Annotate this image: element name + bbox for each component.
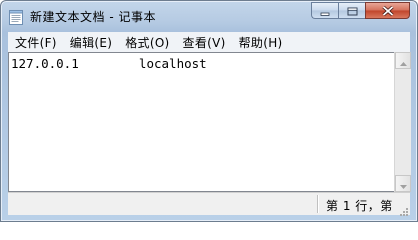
resize-grip-icon[interactable]: [397, 202, 409, 216]
minimize-button[interactable]: [311, 2, 338, 19]
menu-edit[interactable]: 编辑(E): [63, 34, 118, 51]
arrow-up-icon: [399, 51, 407, 70]
maximize-button[interactable]: [338, 2, 365, 19]
close-icon: [381, 1, 394, 20]
editor-content[interactable]: 127.0.0.1 localhost: [11, 56, 207, 71]
menu-view[interactable]: 查看(V): [176, 34, 232, 51]
window-title: 新建文本文档 - 记事本: [30, 10, 156, 24]
maximize-icon: [347, 1, 358, 20]
menu-format[interactable]: 格式(O): [118, 34, 175, 51]
arrow-down-icon: [399, 174, 407, 193]
notepad-icon[interactable]: [9, 9, 23, 25]
title-bar[interactable]: 新建文本文档 - 记事本: [1, 1, 417, 33]
caption-buttons: [311, 2, 410, 20]
scroll-down-button[interactable]: [395, 175, 411, 192]
menu-bar: 文件(F) 编辑(E) 格式(O) 查看(V) 帮助(H): [8, 32, 410, 52]
scroll-up-button[interactable]: [395, 52, 411, 69]
close-button[interactable]: [365, 2, 410, 19]
status-separator: [317, 195, 319, 213]
status-bar: 第 1 行，第: [8, 192, 410, 216]
vertical-scrollbar[interactable]: [394, 52, 411, 192]
minimize-icon: [320, 1, 330, 20]
text-editor[interactable]: 127.0.0.1 localhost: [8, 52, 396, 192]
cursor-position: 第 1 行，第: [326, 199, 393, 213]
menu-help[interactable]: 帮助(H): [232, 34, 289, 51]
notepad-window: 新建文本文档 - 记事本 文件(F) 编辑(E) 格式(O) 查看(V) 帮助(…: [0, 0, 418, 222]
menu-file[interactable]: 文件(F): [8, 34, 63, 51]
